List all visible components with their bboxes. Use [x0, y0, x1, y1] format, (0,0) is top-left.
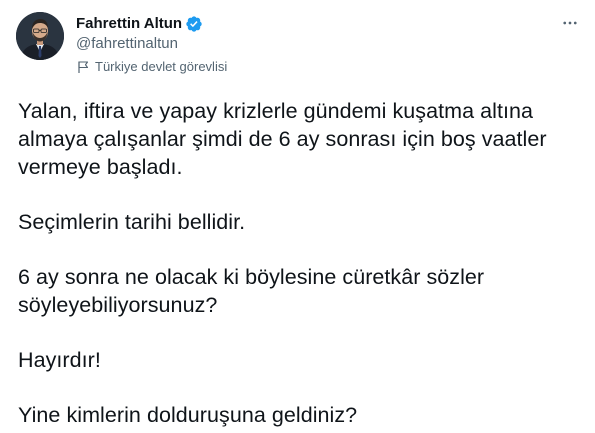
flag-icon — [76, 60, 90, 74]
more-icon — [563, 21, 577, 25]
name-row: Fahrettin Altun — [76, 14, 227, 34]
tweet-header: Fahrettin Altun @fahrettinaltun Türkiye — [16, 12, 577, 75]
more-button[interactable] — [559, 12, 581, 34]
tweet-text: Yalan, iftira ve yapay krizlerle gündemi… — [16, 97, 577, 429]
tweet-paragraph: Yalan, iftira ve yapay krizlerle gündemi… — [18, 99, 547, 179]
avatar-image — [16, 12, 64, 60]
author-display-name[interactable]: Fahrettin Altun — [76, 14, 182, 34]
tweet-paragraph: Seçimlerin tarihi bellidir. — [18, 210, 246, 234]
author-handle[interactable]: @fahrettinaltun — [76, 34, 227, 54]
verified-badge-icon — [185, 15, 203, 33]
tweet-paragraph: Yine kimlerin dolduruşuna geldiniz? — [18, 403, 358, 427]
tweet-card: Fahrettin Altun @fahrettinaltun Türkiye — [0, 0, 595, 433]
tweet-paragraph: 6 ay sonra ne olacak ki böylesine cüretk… — [18, 265, 485, 317]
government-label[interactable]: Türkiye devlet görevlisi — [76, 59, 227, 75]
tweet-paragraph: Hayırdır! — [18, 348, 101, 372]
author-meta: Fahrettin Altun @fahrettinaltun Türkiye — [76, 12, 227, 75]
avatar[interactable] — [16, 12, 64, 60]
government-label-text: Türkiye devlet görevlisi — [95, 59, 228, 74]
